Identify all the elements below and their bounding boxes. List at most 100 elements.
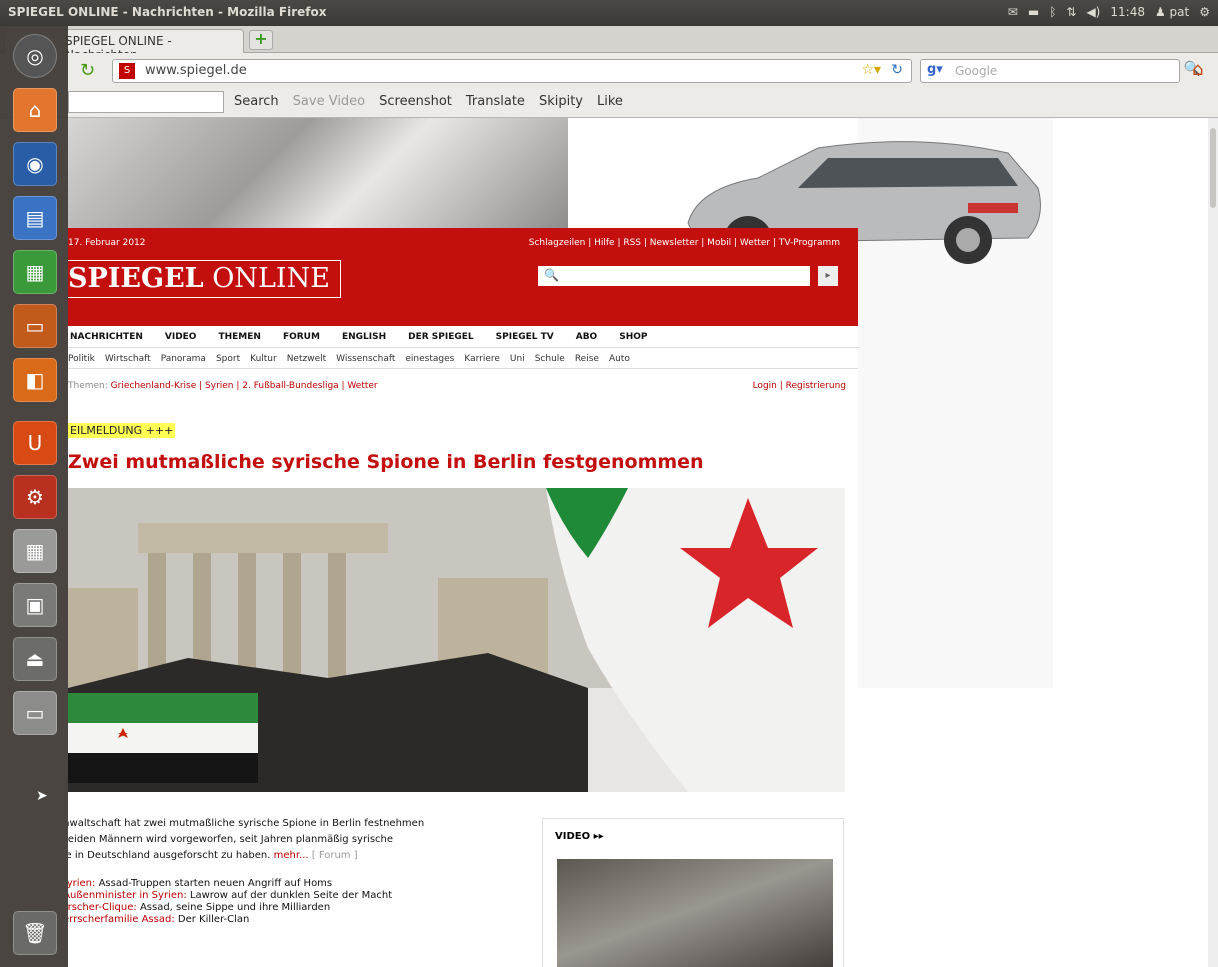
- writer-icon[interactable]: ▤: [13, 196, 57, 240]
- url-bar[interactable]: S www.spiegel.de ☆▾ ↻: [112, 59, 912, 83]
- teaser-body: Die Bundesanwaltschaft hat zwei mutmaßli…: [68, 818, 425, 861]
- new-tab-button[interactable]: +: [249, 30, 273, 50]
- subnav-item[interactable]: Politik: [68, 354, 95, 364]
- search-bar[interactable]: g▾ Google 🔍: [920, 59, 1201, 83]
- list-item[interactable]: ▪ Russlands Außenminister in Syrien: Law…: [68, 890, 470, 902]
- session-gear-icon[interactable]: ⚙: [1199, 5, 1210, 19]
- subnav-item[interactable]: Auto: [609, 354, 630, 364]
- themen-label: Themen:: [68, 381, 108, 391]
- refresh-icon[interactable]: ↻: [891, 62, 903, 78]
- impress-icon[interactable]: ▭: [13, 304, 57, 348]
- site-search-input[interactable]: 🔍: [538, 266, 810, 286]
- clock[interactable]: 11:48: [1110, 5, 1145, 19]
- skipity-button[interactable]: Skipity: [539, 94, 583, 109]
- subnav-item[interactable]: Sport: [216, 354, 240, 364]
- forum-link[interactable]: [ Forum ]: [312, 850, 358, 861]
- reload-icon[interactable]: ↻: [80, 60, 95, 81]
- workspace-switcher-icon[interactable]: ▣: [13, 583, 57, 627]
- nav-nachrichten[interactable]: NACHRICHTEN: [70, 332, 143, 342]
- hero-photo[interactable]: [68, 488, 845, 792]
- bookmark-star-icon[interactable]: ☆▾: [861, 62, 881, 78]
- usb-drive-icon[interactable]: ⏏: [13, 637, 57, 681]
- like-button[interactable]: Like: [597, 94, 623, 109]
- calc-icon[interactable]: ▦: [13, 250, 57, 294]
- toolbar-search-input[interactable]: [68, 91, 224, 113]
- subnav-item[interactable]: Uni: [510, 354, 525, 364]
- search-placeholder: Google: [955, 64, 998, 78]
- nav-abo[interactable]: ABO: [576, 332, 597, 342]
- related-kicker: Syrische Herrscherfamilie Assad:: [68, 914, 175, 925]
- header-date: 17. Februar 2012: [68, 238, 146, 248]
- logo-online: ONLINE: [212, 263, 330, 294]
- firefox-icon[interactable]: ◉: [13, 142, 57, 186]
- system-settings-icon[interactable]: ⚙: [13, 475, 57, 519]
- screenshot-button[interactable]: Screenshot: [379, 94, 452, 109]
- mail-icon[interactable]: ✉: [1008, 5, 1018, 19]
- dash-icon[interactable]: ◎: [13, 34, 57, 78]
- headline[interactable]: Zwei mutmaßliche syrische Spione in Berl…: [68, 451, 704, 473]
- subnav-item[interactable]: Wissenschaft: [336, 354, 395, 364]
- user-menu[interactable]: ♟ pat: [1155, 5, 1189, 19]
- subnav-item[interactable]: Karriere: [464, 354, 500, 364]
- subnav-item[interactable]: Panorama: [161, 354, 206, 364]
- related-kicker: Gewalt in Syrien:: [68, 878, 96, 889]
- page-scrollbar[interactable]: [1208, 118, 1218, 967]
- ubuntu-one-icon[interactable]: U: [13, 421, 57, 465]
- translate-button[interactable]: Translate: [466, 94, 525, 109]
- google-icon[interactable]: g▾: [927, 62, 943, 77]
- removable-disk-icon[interactable]: ▭: [13, 691, 57, 735]
- scrollbar-thumb[interactable]: [1210, 128, 1216, 208]
- banner-ad[interactable]: [68, 118, 568, 228]
- subnav-item[interactable]: einestages: [405, 354, 454, 364]
- mouse-cursor-icon: ➤: [36, 788, 48, 804]
- nav-spiegel-tv[interactable]: SPIEGEL TV: [496, 332, 554, 342]
- toolbar-search-button[interactable]: Search: [234, 94, 279, 109]
- header-links[interactable]: Schlagzeilen | Hilfe | RSS | Newsletter …: [529, 238, 840, 248]
- subnav-item[interactable]: Reise: [575, 354, 599, 364]
- trash-icon[interactable]: 🗑: [13, 911, 57, 955]
- addon-toolbar: Search Save Video Screenshot Translate S…: [0, 87, 1218, 118]
- nav-der-spiegel[interactable]: DER SPIEGEL: [408, 332, 474, 342]
- battery-icon[interactable]: ▬: [1028, 5, 1039, 19]
- nav-shop[interactable]: SHOP: [619, 332, 647, 342]
- home-folder-icon[interactable]: ⌂: [13, 88, 57, 132]
- teaser-text: Die Bundesanwaltschaft hat zwei mutmaßli…: [68, 816, 460, 864]
- nav-english[interactable]: ENGLISH: [342, 332, 386, 342]
- login-link[interactable]: Login | Registrierung: [753, 381, 846, 391]
- subnav-item[interactable]: Schule: [535, 354, 565, 364]
- list-item[interactable]: ▪ Gewalt in Syrien: Assad-Truppen starte…: [68, 878, 470, 890]
- volume-icon[interactable]: ◀): [1086, 5, 1100, 19]
- subnav-item[interactable]: Netzwelt: [287, 354, 326, 364]
- save-video-button[interactable]: Save Video: [293, 94, 365, 109]
- video-box: VIDEO ▸▸: [542, 818, 844, 967]
- navigation-bar: ↻ S www.spiegel.de ☆▾ ↻ g▾ Google 🔍 ⌂: [0, 53, 1218, 87]
- subnav-item[interactable]: Wirtschaft: [105, 354, 151, 364]
- bluetooth-icon[interactable]: ᛒ: [1049, 5, 1056, 19]
- nav-video[interactable]: VIDEO: [165, 332, 197, 342]
- video-thumbnail[interactable]: [557, 859, 833, 967]
- spiegel-header: 17. Februar 2012 Schlagzeilen | Hilfe | …: [68, 228, 858, 326]
- related-title: Assad-Truppen starten neuen Angriff auf …: [98, 878, 333, 889]
- more-link[interactable]: mehr...: [274, 850, 309, 861]
- list-item[interactable]: ▪ Syrische Herrscherfamilie Assad: Der K…: [68, 914, 470, 926]
- nav-themen[interactable]: THEMEN: [218, 332, 260, 342]
- tab-bar: SPIEGEL ONLINE - Nachrichten +: [0, 26, 1218, 62]
- top-panel: SPIEGEL ONLINE - Nachrichten - Mozilla F…: [0, 0, 1218, 26]
- related-title: Der Killer-Clan: [177, 914, 250, 925]
- list-item[interactable]: ▪ Syriens Herrscher-Clique: Assad, seine…: [68, 902, 470, 914]
- network-icon[interactable]: ⇅: [1066, 5, 1076, 19]
- nav-forum[interactable]: FORUM: [283, 332, 320, 342]
- spiegel-logo[interactable]: SPIEGEL ONLINE: [68, 260, 341, 298]
- video-label[interactable]: VIDEO ▸▸: [555, 831, 604, 842]
- themen-links[interactable]: Griechenland-Krise | Syrien | 2. Fußball…: [111, 381, 378, 391]
- window-title: SPIEGEL ONLINE - Nachrichten - Mozilla F…: [8, 5, 327, 19]
- software-center-icon[interactable]: ◧: [13, 358, 57, 402]
- site-search-button[interactable]: ▸: [818, 266, 838, 286]
- subnav-item[interactable]: Kultur: [250, 354, 277, 364]
- related-title: Lawrow auf der dunklen Seite der Macht: [189, 890, 393, 901]
- site-favicon: S: [119, 63, 135, 79]
- home-icon[interactable]: ⌂: [1192, 59, 1203, 80]
- site-search-icon: 🔍: [544, 268, 559, 282]
- eilmeldung-badge: EILMELDUNG +++: [68, 423, 176, 438]
- calculator-icon[interactable]: ▦: [13, 529, 57, 573]
